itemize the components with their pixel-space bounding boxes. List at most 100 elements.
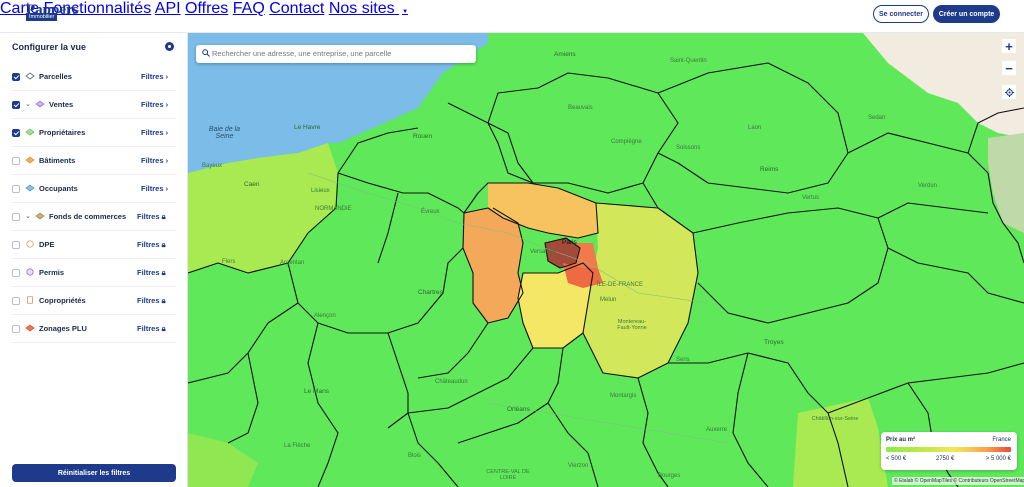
zoom-in-button[interactable]: + [1002,39,1016,53]
layer-label-fonds-de-commerces: Fonds de commerces [49,212,127,221]
chevron-down-icon[interactable]: ⌄ [25,100,31,108]
map-search-input[interactable]: Rechercher une adresse, une entreprise, … [212,49,391,58]
layer-checkbox-batiments[interactable] [12,157,20,165]
dpe-icon [26,240,34,248]
filters-link-fonds-de-commerces[interactable]: Filtres 🔒︎ [137,212,166,222]
layer-row-zonages-plu: Zonages PLU Filtres 🔒︎ [11,315,176,343]
place-label: Sedan [868,115,886,121]
place-label: Verdun [918,183,938,189]
occupants-icon [25,184,35,192]
chevron-down-icon[interactable]: ⌄ [25,212,31,220]
reset-filters-button[interactable]: Réinitialiser les filtres [12,464,176,482]
place-label: Amiens [554,51,576,58]
place-label: Versailles [530,249,556,255]
filters-link-ventes[interactable]: Filtres › [141,100,168,109]
top-header: Pappers Immobilier Carte Fonctionnalités… [0,0,1024,33]
nav-contact[interactable]: Contact [269,0,324,17]
nav-nos-sites-label: Nos sites [328,0,395,17]
place-label: Troyes [764,339,784,346]
nav-faq[interactable]: FAQ [233,0,265,17]
filters-link-zonages-plu[interactable]: Filtres 🔒︎ [137,324,166,334]
place-label: Reims [760,166,779,173]
search-icon [202,49,210,57]
filters-link-label: Filtres [141,72,164,81]
layer-row-coproprietes: Copropriétés Filtres 🔒︎ [11,287,176,315]
layer-row-dpe: DPE Filtres 🔒︎ [11,231,176,259]
filters-link-parcelles[interactable]: Filtres › [141,72,168,81]
place-label: Beauvais [568,105,593,111]
region-belgium [863,33,1024,138]
filters-link-permis[interactable]: Filtres 🔒︎ [137,268,166,278]
filters-link-proprietaires[interactable]: Filtres › [141,128,168,137]
place-label: Caen [244,181,260,188]
place-label: Paris [562,239,577,246]
place-label: Bourges [658,473,681,479]
login-button[interactable]: Se connecter [873,5,929,23]
logo-subtitle: Immobilier [26,13,58,21]
layer-row-ventes: ⌄ Ventes Filtres › [11,91,176,119]
layer-checkbox-permis[interactable] [12,269,20,277]
place-label: Alençon [314,313,336,319]
businesses-icon [35,212,45,220]
sea-label-text: Baie de la Seine [208,126,241,140]
place-label: NORMANDIE [315,206,352,212]
filters-link-label: Filtres [137,296,160,305]
place-label: Melun [600,297,617,303]
filters-link-label: Filtres [137,324,160,333]
layer-label-occupants: Occupants [39,184,78,193]
place-label: Montereau-Fault-Yonne [617,319,647,331]
owners-icon [25,128,35,136]
filters-link-batiments[interactable]: Filtres › [141,156,168,165]
legend-title: Prix au m² [886,437,916,443]
place-label: Orléans [507,406,530,413]
filters-link-label: Filtres [141,156,164,165]
place-label: Le Havre [294,124,321,131]
filters-link-coproprietes[interactable]: Filtres 🔒︎ [137,296,166,306]
choropleth-map[interactable] [188,33,1024,487]
layer-row-batiments: Bâtiments Filtres › [11,147,176,175]
place-label: Montargis [610,393,637,399]
layer-checkbox-proprietaires[interactable] [12,129,20,137]
filters-link-label: Filtres [137,212,160,221]
legend-color-scale [886,447,1011,452]
geolocate-button[interactable] [1002,85,1016,99]
filters-link-occupants[interactable]: Filtres › [141,184,168,193]
layer-row-fonds-de-commerces: ⌄ Fonds de commerces Filtres 🔒︎ [11,203,176,231]
map-attribution[interactable]: © Etalab © OpenMapTiles © Contributeurs … [892,477,1024,485]
layer-checkbox-fonds-de-commerces[interactable] [12,213,20,221]
place-label: CENTRE-VAL DE LOIRE [486,469,530,481]
map-search-box[interactable]: Rechercher une adresse, une entreprise, … [196,45,476,63]
filters-link-label: Filtres [141,128,164,137]
lock-icon: 🔒︎ [161,268,166,277]
layer-label-coproprietes: Copropriétés [39,296,86,305]
place-label: Soissons [676,145,701,151]
filters-link-dpe[interactable]: Filtres 🔒︎ [137,240,166,250]
layer-row-permis: Permis Filtres 🔒︎ [11,259,176,287]
place-label: Argentan [280,260,305,266]
place-label: Auxerre [706,427,728,433]
layer-checkbox-ventes[interactable] [12,101,20,109]
layer-label-proprietaires: Propriétaires [39,128,86,137]
layer-checkbox-dpe[interactable] [12,241,20,249]
signup-button[interactable]: Créer un compte [933,5,1000,23]
layer-checkbox-parcelles[interactable] [12,73,20,81]
zoom-out-button[interactable]: − [1002,61,1016,75]
region-belgium-south [988,133,1024,233]
permits-icon [26,268,34,276]
parcel-icon [25,72,35,80]
nav-api[interactable]: API [155,0,181,17]
collapse-sidebar-icon[interactable] [165,42,174,51]
nav-offres[interactable]: Offres [185,0,228,17]
layers-sidebar: Configurer la vue Parcelles Filtres › ⌄ … [0,33,188,487]
lock-icon: 🔒︎ [161,296,166,305]
caret-down-icon: ▼ [402,9,409,15]
layer-checkbox-zonages-plu[interactable] [12,325,20,333]
legend-scope[interactable]: France [992,437,1011,443]
layer-checkbox-coproprietes[interactable] [12,297,20,305]
map-view[interactable]: Baie de la Seine Amiens Le Havre Rouen C… [188,33,1024,487]
price-legend: Prix au m² France < 500 € 2750 € > 5 000… [881,432,1017,470]
nav-nos-sites[interactable]: Nos sites ▼ [329,0,408,17]
layer-checkbox-occupants[interactable] [12,185,20,193]
place-label: Vierzon [568,463,589,469]
legend-min: < 500 € [886,456,907,462]
